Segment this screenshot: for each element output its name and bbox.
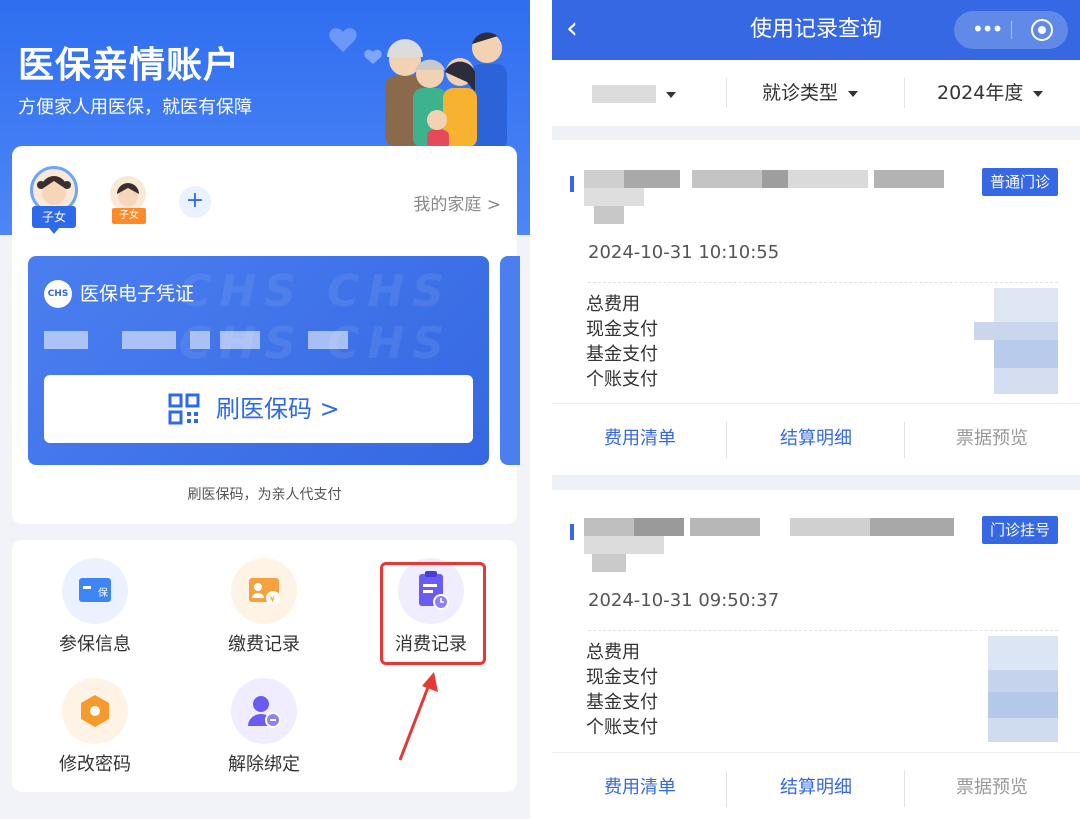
mini-program-capsule: ••• <box>954 11 1068 49</box>
chevron-down-icon <box>666 92 676 98</box>
list-item: 门诊挂号 2024-10-31 09:50:37 总费用 现金支付 基金支付 个… <box>552 490 1080 819</box>
settlement-detail-button[interactable]: 结算明细 <box>728 426 904 452</box>
service-unbind[interactable]: 解除绑定 <box>204 678 324 776</box>
page-title: 医保亲情账户 <box>18 45 241 86</box>
svg-text:¥: ¥ <box>270 595 276 605</box>
add-member-button[interactable]: + <box>179 186 211 218</box>
account-pay-label: 个账支付 <box>586 717 658 738</box>
total-fee-label: 总费用 <box>586 294 640 315</box>
voucher-watermark: CHS CHS CHS CHS <box>179 266 452 369</box>
fee-list-button[interactable]: 费用清单 <box>552 426 728 452</box>
qr-code-icon <box>168 393 200 425</box>
visit-type-badge: 普通门诊 <box>981 168 1058 196</box>
service-label: 缴费记录 <box>228 634 300 655</box>
page-subtitle: 方便家人用医保，就医有保障 <box>18 97 252 118</box>
unbind-user-icon <box>248 696 281 728</box>
svg-text:保: 保 <box>98 586 108 599</box>
service-label: 修改密码 <box>59 754 131 775</box>
chevron-down-icon <box>848 90 859 97</box>
chs-logo-icon: CHS <box>44 280 72 308</box>
service-change-password[interactable]: 修改密码 <box>35 678 155 776</box>
next-voucher-card[interactable] <box>500 256 520 465</box>
scan-code-button[interactable]: 刷医保码 > <box>44 375 473 443</box>
visit-type-filter[interactable]: 就诊类型 <box>762 80 859 106</box>
fund-pay-label: 基金支付 <box>586 344 658 365</box>
fund-pay-label: 基金支付 <box>586 692 658 713</box>
fee-labels: 总费用 现金支付 基金支付 个账支付 <box>586 640 658 740</box>
service-payment-record[interactable]: ¥ 缴费记录 <box>204 558 324 656</box>
highlight-box <box>380 562 486 665</box>
invoice-preview-button[interactable]: 票据预览 <box>904 775 1080 801</box>
invoice-preview-button[interactable]: 票据预览 <box>904 426 1080 452</box>
fee-labels: 总费用 现金支付 基金支付 个账支付 <box>586 292 658 392</box>
masked-id-number <box>44 331 348 349</box>
avatar[interactable] <box>110 176 146 212</box>
usage-record-screen: ‹ 使用记录查询 ••• 就诊类型 2024年度 普通门诊 2024-10-31… <box>552 0 1080 819</box>
cash-pay-label: 现金支付 <box>586 319 658 340</box>
year-filter[interactable]: 2024年度 <box>937 80 1044 106</box>
record-time: 2024-10-31 10:10:55 <box>588 242 780 263</box>
cash-pay-label: 现金支付 <box>586 667 658 688</box>
pointer-arrow-icon <box>398 672 438 761</box>
more-icon[interactable]: ••• <box>972 17 1003 41</box>
account-pay-label: 个账支付 <box>586 369 658 390</box>
hexagon-lock-icon <box>81 695 109 727</box>
record-actions: 费用清单 结算明细 票据预览 <box>552 752 1080 819</box>
list-item: 普通门诊 2024-10-31 10:10:55 总费用 现金支付 基金支付 个… <box>552 140 1080 475</box>
medical-insurance-voucher: CHS CHS CHS CHS CHS 医保电子凭证 刷医保码 > <box>28 256 489 465</box>
masked-member-name <box>592 85 656 103</box>
child-avatar-icon <box>117 183 139 206</box>
voucher-title: 医保电子凭证 <box>80 283 195 305</box>
filter-bar: 就诊类型 2024年度 <box>552 60 1080 126</box>
insurance-card-icon: 保 <box>79 578 111 602</box>
member-tag-active: 子女 <box>32 206 76 234</box>
settlement-detail-button[interactable]: 结算明细 <box>728 775 904 801</box>
family-account-screen: 医保亲情账户 方便家人用医保，就医有保障 子女 子女 + 我的家庭 > CHS … <box>0 0 530 819</box>
nav-bar: ‹ 使用记录查询 ••• <box>552 0 1080 60</box>
masked-fee-values <box>974 636 1058 742</box>
my-family-link[interactable]: 我的家庭 > <box>413 190 501 215</box>
masked-fee-values <box>974 288 1058 394</box>
payment-record-icon: ¥ <box>249 578 280 605</box>
service-label: 参保信息 <box>59 634 131 655</box>
masked-hospital-name <box>584 518 964 578</box>
member-tag: 子女 <box>112 208 146 224</box>
service-insurance-info[interactable]: 保 参保信息 <box>35 558 155 656</box>
record-actions: 费用清单 结算明细 票据预览 <box>552 403 1080 475</box>
family-voucher-card: 子女 子女 + 我的家庭 > CHS CHS CHS CHS CHS 医保电子凭… <box>12 146 520 524</box>
masked-hospital-name <box>584 170 964 224</box>
scan-code-label: 刷医保码 > <box>216 395 340 423</box>
year-label: 2024年度 <box>937 82 1024 104</box>
chevron-down-icon <box>1033 90 1044 97</box>
total-fee-label: 总费用 <box>586 642 640 663</box>
record-time: 2024-10-31 09:50:37 <box>588 590 780 611</box>
close-target-icon[interactable] <box>1031 19 1053 41</box>
voucher-caption: 刷医保码，为亲人代支付 <box>187 487 342 503</box>
visit-type-badge: 门诊挂号 <box>981 516 1058 544</box>
service-label: 解除绑定 <box>228 754 300 775</box>
child-avatar-icon <box>37 176 71 205</box>
family-illustration-icon <box>329 28 507 150</box>
fee-list-button[interactable]: 费用清单 <box>552 775 728 801</box>
visit-type-label: 就诊类型 <box>762 82 839 104</box>
